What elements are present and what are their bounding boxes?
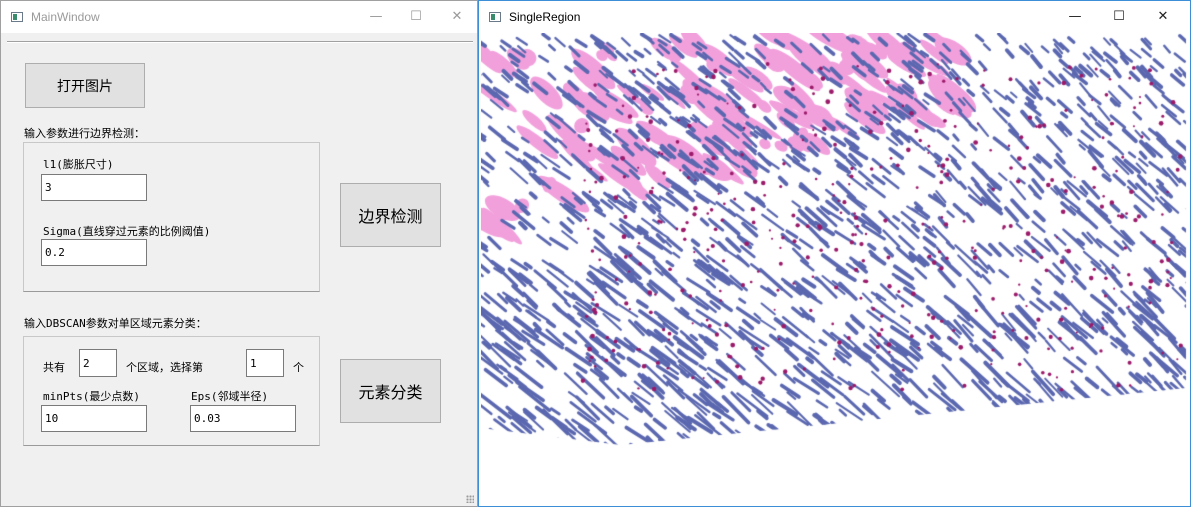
select-region-text: 个区域，选择第 <box>126 361 203 374</box>
maximize-icon[interactable]: ☐ <box>393 1 439 33</box>
main-window: MainWindow — ☐ ✕ 打开图片 输入参数进行边界检测： l1(膨胀尺… <box>0 0 478 507</box>
minimize-icon[interactable]: — <box>1052 1 1098 33</box>
select-region-suffix: 个 <box>293 361 304 374</box>
minpts-input[interactable] <box>41 405 147 432</box>
separator-top <box>7 41 473 43</box>
region-titlebar: SingleRegion — ☐ ✕ <box>479 1 1190 33</box>
app-window-icon <box>11 12 23 22</box>
eps-input[interactable] <box>190 405 296 432</box>
region-image <box>481 33 1188 505</box>
close-icon[interactable]: ✕ <box>1140 1 1186 33</box>
classify-elements-button[interactable]: 元素分类 <box>340 359 441 423</box>
select-region-input[interactable] <box>246 349 284 377</box>
l1-label: l1(膨胀尺寸) <box>43 158 114 171</box>
sigma-label: Sigma(直线穿过元素的比例阈值) <box>43 225 211 238</box>
single-region-window: SingleRegion — ☐ ✕ <box>478 0 1191 507</box>
main-titlebar: MainWindow — ☐ ✕ <box>1 1 477 33</box>
maximize-icon[interactable]: ☐ <box>1096 1 1142 33</box>
main-window-title: MainWindow <box>31 10 100 24</box>
l1-input[interactable] <box>41 174 147 201</box>
region-window-title: SingleRegion <box>509 10 581 24</box>
total-regions-input[interactable] <box>79 349 117 377</box>
eps-label: Eps(邻域半径) <box>191 390 269 403</box>
close-icon[interactable]: ✕ <box>434 1 480 33</box>
sigma-input[interactable] <box>41 239 147 266</box>
resize-grip[interactable] <box>466 495 474 503</box>
edge-detect-button[interactable]: 边界检测 <box>340 183 441 247</box>
minpts-label: minPts(最少点数) <box>43 390 140 403</box>
open-image-button[interactable]: 打开图片 <box>25 63 145 108</box>
app-window-icon <box>489 12 501 22</box>
section2-title: 输入DBSCAN参数对单区域元素分类： <box>24 317 207 330</box>
section1-title: 输入参数进行边界检测： <box>24 127 145 140</box>
total-regions-prefix: 共有 <box>43 361 65 374</box>
